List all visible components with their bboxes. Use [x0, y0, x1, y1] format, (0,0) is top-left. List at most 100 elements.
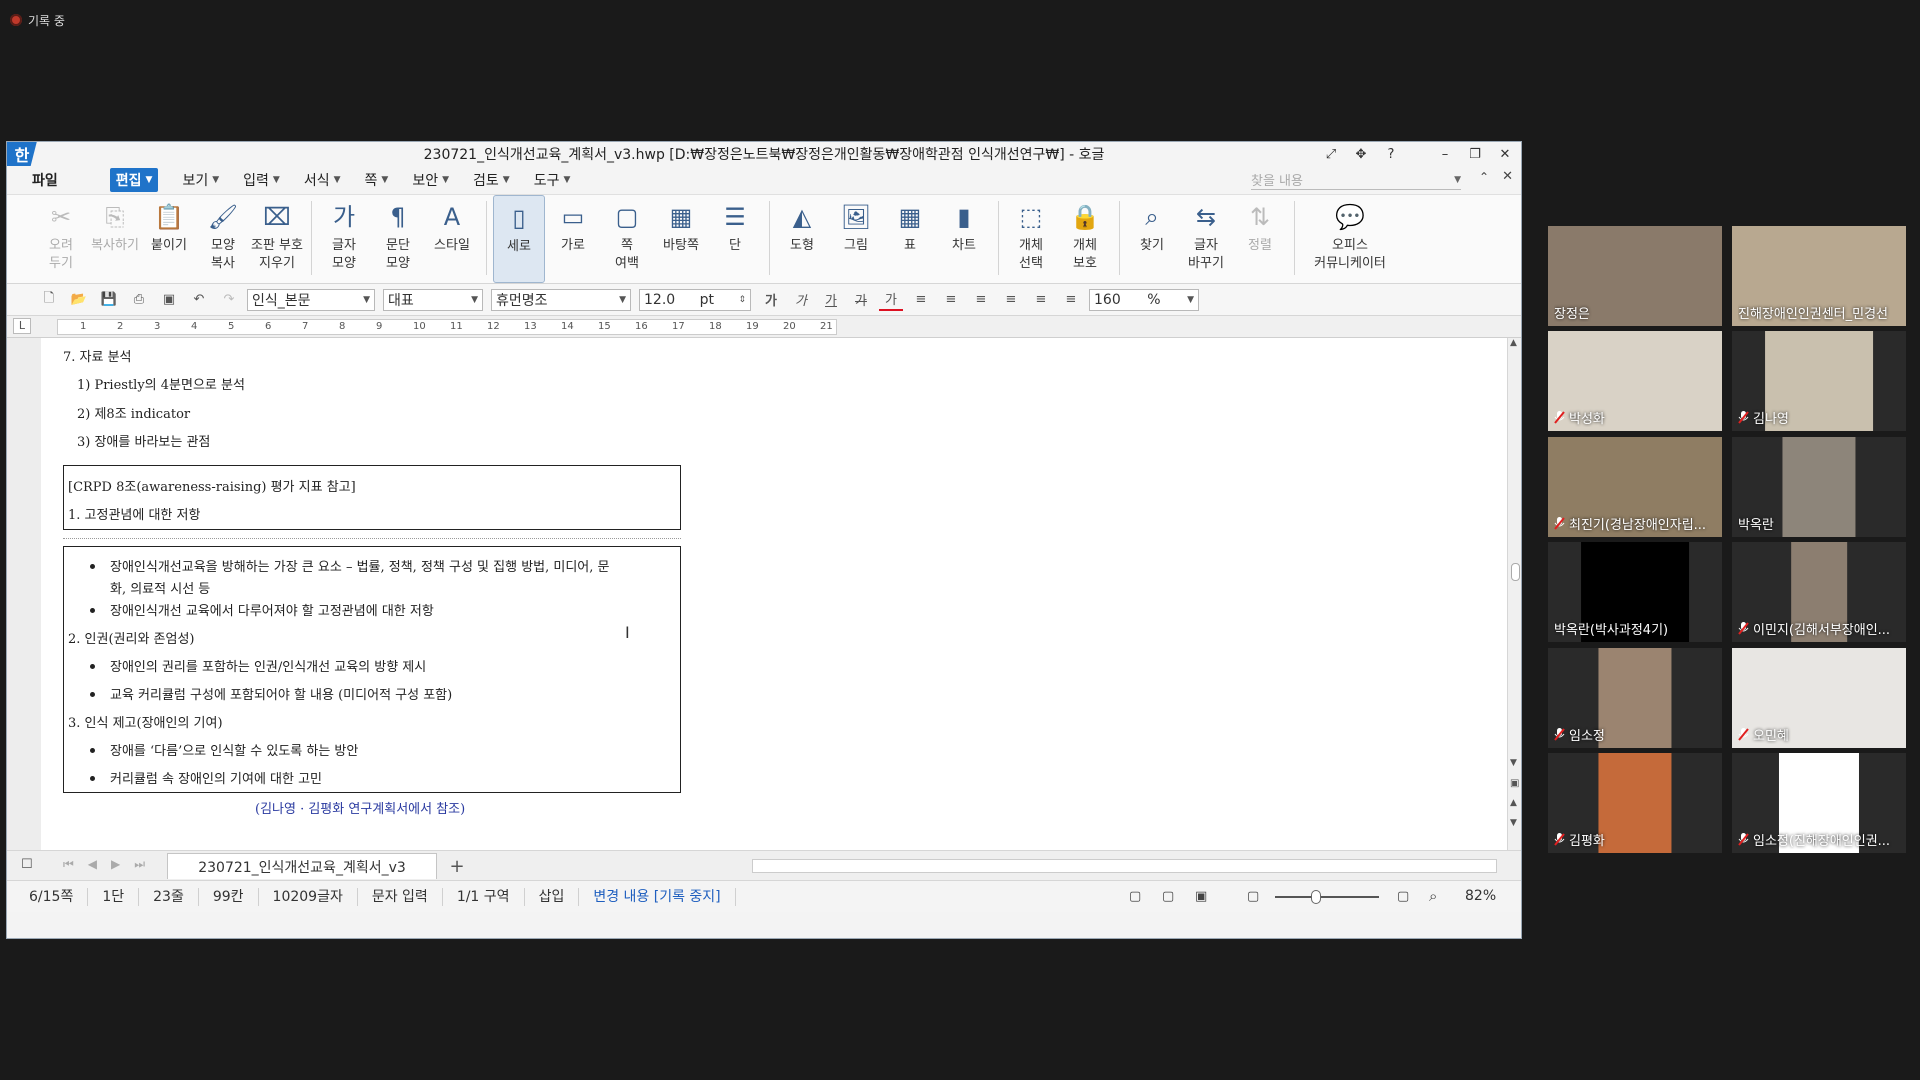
page-select-icon[interactable]: ▣	[1510, 778, 1519, 789]
ribbon-button-clear-format[interactable]: ⌧ 조판 부호 지우기	[251, 195, 303, 283]
language-select[interactable]: 대표 ▼	[383, 288, 483, 311]
zoom-select[interactable]: 160% ▼	[1089, 288, 1199, 311]
ribbon-button-table[interactable]: ▦ 표	[884, 195, 936, 283]
preview-icon[interactable]: ▣	[157, 289, 181, 311]
ribbon-button-chart[interactable]: ▮ 차트	[938, 195, 990, 283]
menu-insert[interactable]: 입력 ▼	[243, 170, 280, 190]
zoom-search-icon[interactable]: ⌕	[1429, 887, 1437, 905]
participant-tile[interactable]: 김나영	[1732, 331, 1906, 431]
status-page[interactable]: 6/15쪽	[7, 887, 89, 906]
ribbon-button-paragraph-shape[interactable]: ¶ 문단 모양	[372, 195, 424, 283]
document-page[interactable]: 7. 자료 분석 1) Priestly의 4분면으로 분석 2) 제8조 in…	[41, 338, 1507, 850]
redo-icon[interactable]: ↷	[217, 289, 241, 311]
fullscreen-icon[interactable]: ⤢	[1321, 145, 1341, 163]
align-justify-icon[interactable]: ≡	[909, 289, 933, 311]
collapse-ribbon-icon[interactable]: ⌃	[1479, 170, 1489, 184]
divide-icon[interactable]: ≡	[1059, 289, 1083, 311]
close-icon[interactable]: ✕	[1495, 145, 1515, 163]
ribbon-button-find[interactable]: ⌕ 찾기	[1126, 195, 1178, 283]
print-icon[interactable]: ⎙	[127, 289, 151, 311]
zoom-slider-track[interactable]	[1275, 896, 1379, 898]
menu-view[interactable]: 보기 ▼	[182, 170, 219, 190]
save-icon[interactable]: 💾	[97, 289, 121, 311]
ribbon-button-columns[interactable]: ☰ 단	[709, 195, 761, 283]
participant-tile[interactable]: 박옥란	[1732, 437, 1906, 537]
tab-stop-icon[interactable]: L	[13, 318, 31, 334]
prev-page-icon[interactable]: ▲	[1510, 798, 1517, 808]
ribbon-button-select-object[interactable]: ⬚ 개체 선택	[1005, 195, 1057, 283]
scroll-down-icon[interactable]: ▼	[1510, 758, 1517, 768]
ribbon-button-protect-object[interactable]: 🔒 개체 보호	[1059, 195, 1111, 283]
ribbon-button-margin[interactable]: ▢ 쪽 여백	[601, 195, 653, 283]
ribbon-button-picture[interactable]: 🖼 그림	[830, 195, 882, 283]
undo-icon[interactable]: ↶	[187, 289, 211, 311]
align-center-icon[interactable]: ≡	[969, 289, 993, 311]
document-area[interactable]: 7. 자료 분석 1) Priestly의 4분면으로 분석 2) 제8조 in…	[7, 338, 1507, 850]
add-tab-button[interactable]: +	[437, 854, 477, 878]
menu-security[interactable]: 보안 ▼	[412, 170, 449, 190]
scroll-thumb[interactable]	[1511, 563, 1520, 581]
new-doc-icon[interactable]: 🗋	[37, 289, 61, 311]
ribbon-button-style[interactable]: A 스타일	[426, 195, 478, 283]
menu-tools[interactable]: 도구 ▼	[534, 170, 571, 190]
distribute-icon[interactable]: ≡	[1029, 289, 1053, 311]
ribbon-button-communicator[interactable]: 💬 오피스 커뮤니케이터	[1301, 195, 1399, 283]
horizontal-scrollbar[interactable]	[752, 859, 1497, 873]
ribbon-button-sort[interactable]: ⇅ 정렬	[1234, 195, 1286, 283]
participant-tile[interactable]: 이민지(김해서부장애인...	[1732, 542, 1906, 642]
participant-tile[interactable]: 임소정(진해장애인인권...	[1732, 753, 1906, 853]
ribbon-button-shape[interactable]: ◭ 도형	[776, 195, 828, 283]
menu-edit[interactable]: 편집 ▼	[109, 168, 159, 192]
open-icon[interactable]: 📂	[67, 289, 91, 311]
participant-tile[interactable]: 김평화	[1548, 753, 1722, 853]
font-select[interactable]: 휴먼명조 ▼	[491, 288, 631, 311]
participant-tile[interactable]: 박옥란(박사과정4기)	[1548, 542, 1722, 642]
menu-format[interactable]: 서식 ▼	[304, 170, 341, 190]
participant-tile[interactable]: 임소정	[1548, 648, 1722, 748]
help-icon[interactable]: ?	[1381, 145, 1401, 163]
status-track-changes[interactable]: 변경 내용 [기록 중지]	[579, 887, 736, 906]
status-insert-mode[interactable]: 삽입	[525, 887, 580, 906]
next-page-icon[interactable]: ▼	[1510, 818, 1517, 828]
tab-list-icon[interactable]: ☐	[21, 857, 33, 872]
ribbon-button-cut[interactable]: ✂ 오려 두기	[35, 195, 87, 283]
align-right-icon[interactable]: ≡	[999, 289, 1023, 311]
participant-tile[interactable]: 진해장애인인권센터_민경선	[1732, 226, 1906, 326]
align-left-icon[interactable]: ≡	[939, 289, 963, 311]
split-icon[interactable]: ✥	[1351, 145, 1371, 163]
font-color-icon[interactable]: 가	[879, 289, 903, 311]
fit-width-icon[interactable]: ▢	[1397, 889, 1409, 904]
restore-icon[interactable]: ❐	[1465, 145, 1485, 163]
zoom-slider-thumb[interactable]	[1311, 890, 1321, 904]
participant-tile[interactable]: 장정은	[1548, 226, 1722, 326]
ribbon-button-char-shape[interactable]: 가 글자 모양	[318, 195, 370, 283]
style-select[interactable]: 인식_본문 ▼	[247, 288, 375, 311]
ribbon-button-paste[interactable]: 📋 붙이기	[143, 195, 195, 283]
view-page-icon[interactable]: ▣	[1195, 889, 1207, 904]
menu-review[interactable]: 검토 ▼	[473, 170, 510, 190]
find-input[interactable]: 찾을 내용 ▼	[1251, 170, 1461, 190]
menu-page[interactable]: 쪽 ▼	[365, 170, 389, 190]
close-doc-icon[interactable]: ✕	[1502, 169, 1513, 184]
ruler[interactable]: L 1 2 3 4 5 6 7 8 9 10 11 12 13 14 15 16 17 18 19 20 21	[7, 316, 1521, 338]
underline-icon[interactable]: 가	[819, 289, 843, 311]
view-web-icon[interactable]: ▢	[1162, 889, 1174, 904]
ribbon-button-replace[interactable]: ⇆ 글자 바꾸기	[1180, 195, 1232, 283]
document-tab[interactable]: 230721_인식개선교육_계획서_v3	[167, 853, 437, 879]
minimize-icon[interactable]: –	[1435, 145, 1455, 163]
ribbon-button-master-page[interactable]: ▦ 바탕쪽	[655, 195, 707, 283]
ribbon-button-portrait[interactable]: ▯ 세로	[493, 195, 545, 283]
hangul-logo-icon[interactable]: 한	[7, 142, 37, 167]
recording-indicator[interactable]: 기록 중	[10, 10, 65, 30]
font-size-select[interactable]: 12.0 pt ⇕	[639, 288, 751, 311]
fit-page-icon[interactable]: ▢	[1247, 889, 1259, 904]
participant-tile[interactable]: 최진기(경남장애인자립...	[1548, 437, 1722, 537]
ribbon-button-landscape[interactable]: ▭ 가로	[547, 195, 599, 283]
strikethrough-icon[interactable]: 가	[849, 289, 873, 311]
ribbon-button-format-painter[interactable]: 🖌 모양 복사	[197, 195, 249, 283]
menu-file[interactable]: 파일	[32, 170, 58, 190]
scroll-up-icon[interactable]: ▲	[1510, 338, 1517, 348]
tab-nav-icons[interactable]: ⏮◀▶⏭	[63, 857, 159, 872]
view-normal-icon[interactable]: ▢	[1129, 889, 1141, 904]
italic-icon[interactable]: 가	[789, 289, 813, 311]
